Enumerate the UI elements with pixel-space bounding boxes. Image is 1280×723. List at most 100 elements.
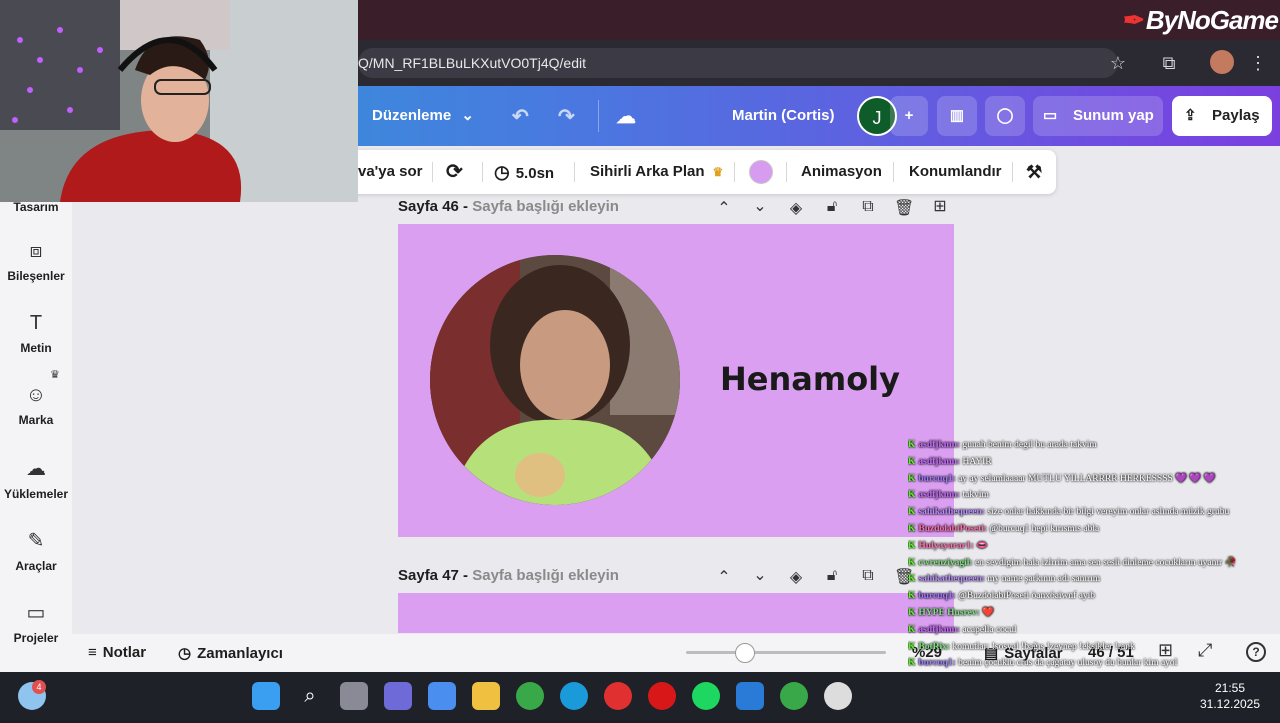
media-player-icon[interactable] [604,682,632,710]
chat-username: burcuq1: [918,591,956,602]
comment-icon[interactable]: ◯ [985,96,1025,136]
chrome-profile-icon[interactable] [780,682,808,710]
file-explorer-icon[interactable] [472,682,500,710]
chat-text: ay ay selamlaaaar MUTLU YILLARRRR HERKES… [955,473,1216,484]
lock-icon[interactable]: 🔓︎ [822,567,842,585]
notes-label: Notlar [102,644,147,661]
crown-icon: ♛ [50,369,60,381]
sidebar-item-tools[interactable]: ✎ Araçlar [0,528,72,573]
edge-icon[interactable] [560,682,588,710]
cloud-save-icon[interactable]: ☁ [616,104,636,129]
chat-badge-icon: K [908,557,916,568]
hide-icon[interactable]: ◈ [786,567,806,587]
sidebar-item-label: Araçlar [15,559,57,573]
opera-icon[interactable] [648,682,676,710]
edit-menu-button[interactable]: Düzenleme ⌄ [372,106,474,124]
notes-button[interactable]: ≡ Notlar [88,644,146,661]
clock-time: 21:55 [1214,681,1246,695]
chat-text: @burcuq1 hepi kırısmıs abla [987,523,1100,534]
text-icon: T [29,312,43,334]
teams-icon[interactable] [384,682,412,710]
app-icon[interactable] [736,682,764,710]
chevron-down-icon[interactable]: ⌄ [750,196,770,216]
sidebar-item-design[interactable]: Tasarım [0,200,72,214]
extensions-icon[interactable]: ⧉ [1154,48,1184,78]
sidebar-item-uploads[interactable]: ☁ Yüklemeler [0,456,72,501]
magic-background-button[interactable]: Sihirli Arka Plan ♛ [590,150,723,194]
trash-icon[interactable]: 🗑︎ [894,198,914,218]
undo-icon[interactable]: ↶ [512,104,529,129]
ask-ai-button[interactable]: va'ya sor [358,150,422,194]
share-button[interactable]: ⇪ Paylaş [1172,96,1272,136]
duplicate-icon[interactable]: ⧉ [858,567,878,585]
folder-icon: ▭ [26,602,46,624]
chat-username: asdfjkmn: [918,456,961,467]
animation-button[interactable]: Animasyon [801,150,882,194]
store-icon[interactable] [428,682,456,710]
system-clock[interactable]: 21:55 31.12.2025 [1190,680,1270,712]
chat-badge-icon: K [908,624,916,635]
sidebar-item-projects[interactable]: ▭ Projeler [0,600,72,645]
bookmark-star-icon[interactable]: ☆ [1103,48,1133,78]
background-color-swatch[interactable] [749,160,773,184]
comment-add-icon[interactable]: ⟳ [446,150,463,194]
toolbar-divider [893,162,894,182]
page-47-title[interactable]: Sayfa 47 - Sayfa başlığı ekleyin [398,567,619,584]
sidebar-item-label: Bileşenler [7,269,65,283]
insights-chart-icon[interactable]: ▥ [937,96,977,136]
chat-text: gunah benim degil bu arada takvim [960,440,1097,450]
timer-button[interactable]: ◷ Zamanlayıcı [178,644,283,662]
circle-photo[interactable] [430,255,680,505]
chat-text: takvim [960,490,989,501]
chat-badge-icon: K [908,540,916,551]
position-button[interactable]: Konumlandır [909,150,1002,194]
hide-icon[interactable]: ◈ [786,198,806,218]
obs-icon[interactable] [824,682,852,710]
spotify-icon[interactable] [692,682,720,710]
lock-icon[interactable]: 🔓︎ [822,198,842,216]
chat-username: sahikathequeen: [918,574,985,585]
task-view-icon[interactable] [340,682,368,710]
duration-value: 5.0sn [515,165,555,182]
paint-roller-icon[interactable]: ⚒ [1026,150,1042,194]
search-icon[interactable]: ⌕ [296,682,324,710]
chat-username: Hulyayarar1: [918,540,974,551]
add-collaborator-button[interactable]: + [890,96,928,136]
page-title-placeholder: Sayfa başlığı ekleyin [472,567,619,584]
chat-badge-icon: K [908,440,916,450]
duplicate-icon[interactable]: ⧉ [858,198,878,216]
project-title[interactable]: Martin (Cortis) [732,107,835,124]
redo-icon[interactable]: ↷ [558,104,575,129]
page-46-title[interactable]: Sayfa 46 - Sayfa başlığı ekleyin [398,198,619,215]
present-button[interactable]: ▭ Sunum yap [1033,96,1163,136]
windows-taskbar [0,672,1280,720]
sidebar-item-text[interactable]: T Metin [0,312,72,355]
chat-text: @BuzdolabiPoseti öanxöaiwnf ayıb [955,591,1096,602]
sidebar-item-brand[interactable]: ☺ Marka [0,384,72,427]
add-page-icon[interactable]: ⊞ [930,196,950,216]
page-text-henamoly[interactable]: Henamoly [710,360,910,398]
duration-button[interactable]: ◷ 5.0sn [494,150,554,194]
present-label: Sunum yap [1073,107,1154,124]
chrome-icon[interactable] [516,682,544,710]
chevron-down-icon[interactable]: ⌄ [750,565,770,585]
chevron-up-icon[interactable]: ⌃ [714,567,734,587]
start-icon[interactable] [252,682,280,710]
chat-text: ❤️ [979,607,994,618]
sidebar-item-label: Projeler [13,631,59,645]
browser-menu-icon[interactable]: ⋮ [1243,48,1273,78]
timer-icon: ◷ [178,645,192,662]
zoom-slider-handle[interactable] [735,643,755,663]
chat-badge-icon: K [908,490,916,501]
chat-badge-icon: K [908,591,916,602]
url-field[interactable]: Q/MN_RF1BLBuLKXutVO0Tj4Q/edit [358,48,1118,78]
browser-profile-avatar[interactable] [1210,50,1234,74]
zoom-slider-track[interactable] [686,651,886,654]
design-page-47[interactable] [398,593,954,633]
sidebar-item-elements[interactable]: ⧈ Bileşenler [0,240,72,283]
chevron-up-icon[interactable]: ⌃ [714,198,734,218]
chat-message: Ksahikathequeen: my name şarkının adı sa… [908,571,1280,588]
chat-username: BotRix: [918,641,951,652]
toolbar-divider [482,162,483,182]
chat-badge-icon: K [908,523,916,534]
